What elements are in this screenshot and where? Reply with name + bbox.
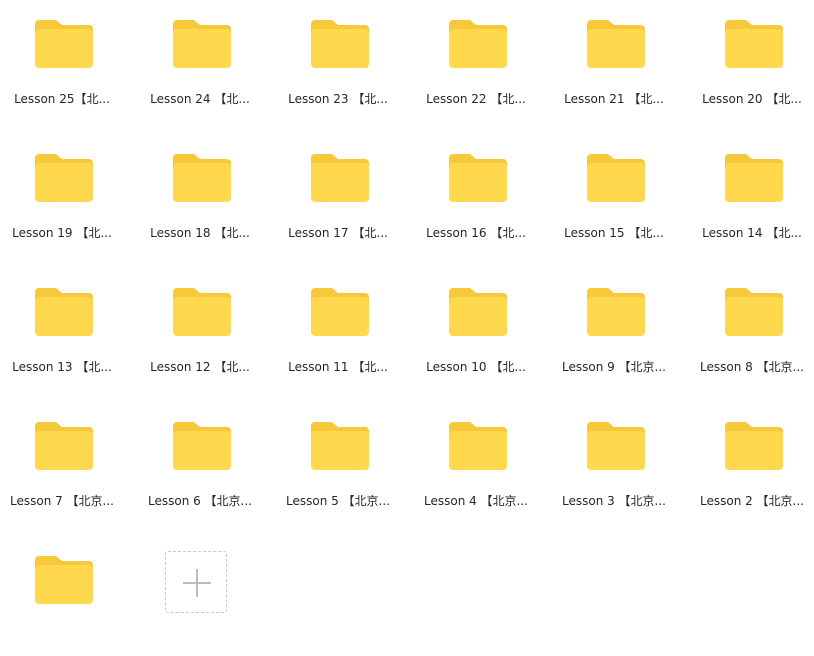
folder-icon: [587, 422, 645, 470]
folder-icon: [587, 288, 645, 336]
folder-label: Lesson 6 【北京...: [147, 494, 253, 508]
folder-item[interactable]: Lesson 21 【北...: [552, 0, 676, 120]
folder-icon: [173, 422, 231, 470]
folder-item[interactable]: Lesson 13 【北...: [0, 268, 124, 388]
folder-icon: [449, 20, 507, 68]
folder-icon: [311, 20, 369, 68]
folder-icon: [725, 288, 783, 336]
folder-label: Lesson 20 【北...: [702, 92, 802, 106]
folder-label: Lesson 12 【北...: [150, 360, 250, 374]
folder-label: Lesson 4 【北京...: [423, 494, 529, 508]
folder-label: Lesson 25【北...: [14, 92, 110, 106]
folder-icon: [587, 20, 645, 68]
folder-icon: [311, 154, 369, 202]
folder-item[interactable]: Lesson 6 【北京...: [138, 402, 262, 522]
folder-item[interactable]: Lesson 15 【北...: [552, 134, 676, 254]
folder-item[interactable]: Lesson 17 【北...: [276, 134, 400, 254]
folder-icon: [35, 288, 93, 336]
folder-label: Lesson 13 【北...: [12, 360, 112, 374]
folder-icon: [725, 20, 783, 68]
folder-label: Lesson 15 【北...: [564, 226, 664, 240]
folder-label: Lesson 16 【北...: [426, 226, 526, 240]
folder-item[interactable]: Lesson 2 【北京...: [690, 402, 814, 522]
folder-icon: [35, 556, 93, 604]
folder-item[interactable]: Lesson 22 【北...: [414, 0, 538, 120]
folder-item[interactable]: Lesson 11 【北...: [276, 268, 400, 388]
folder-label: Lesson 11 【北...: [288, 360, 388, 374]
folder-grid: Lesson 25【北... Lesson 24 【北... Lesson 23…: [0, 0, 814, 621]
folder-label: Lesson 17 【北...: [288, 226, 388, 240]
folder-item[interactable]: Lesson 16 【北...: [414, 134, 538, 254]
folder-item[interactable]: Lesson 10 【北...: [414, 268, 538, 388]
folder-label: Lesson 23 【北...: [288, 92, 388, 106]
folder-label: Lesson 2 【北京...: [699, 494, 805, 508]
folder-icon: [587, 154, 645, 202]
folder-icon: [173, 154, 231, 202]
folder-item[interactable]: Lesson 23 【北...: [276, 0, 400, 120]
folder-item[interactable]: Lesson 4 【北京...: [414, 402, 538, 522]
folder-item[interactable]: Lesson 7 【北京...: [0, 402, 124, 522]
folder-item[interactable]: Lesson 25【北...: [0, 0, 124, 120]
folder-item[interactable]: Lesson 5 【北京...: [276, 402, 400, 522]
folder-item[interactable]: Lesson 18 【北...: [138, 134, 262, 254]
folder-label: Lesson 19 【北...: [12, 226, 112, 240]
folder-label: Lesson 7 【北京...: [9, 494, 115, 508]
folder-label: Lesson 9 【北京...: [561, 360, 667, 374]
folder-label: Lesson 18 【北...: [150, 226, 250, 240]
folder-icon: [173, 288, 231, 336]
folder-icon: [311, 288, 369, 336]
folder-icon: [725, 154, 783, 202]
folder-label: Lesson 24 【北...: [150, 92, 250, 106]
folder-label: Lesson 5 【北京...: [285, 494, 391, 508]
folder-label: Lesson 8 【北京...: [699, 360, 805, 374]
folder-icon: [35, 20, 93, 68]
folder-icon: [311, 422, 369, 470]
folder-icon: [449, 422, 507, 470]
folder-icon: [35, 154, 93, 202]
folder-icon: [35, 422, 93, 470]
folder-item[interactable]: Lesson 9 【北京...: [552, 268, 676, 388]
folder-item[interactable]: Lesson 12 【北...: [138, 268, 262, 388]
folder-icon: [173, 20, 231, 68]
folder-item[interactable]: Lesson 3 【北京...: [552, 402, 676, 522]
folder-icon: [449, 288, 507, 336]
folder-label: Lesson 10 【北...: [426, 360, 526, 374]
folder-label: Lesson 14 【北...: [702, 226, 802, 240]
add-folder-button[interactable]: [165, 551, 227, 613]
plus-icon: [183, 569, 211, 597]
folder-item[interactable]: Lesson 8 【北京...: [690, 268, 814, 388]
folder-item[interactable]: Lesson 24 【北...: [138, 0, 262, 120]
folder-item[interactable]: Lesson 20 【北...: [690, 0, 814, 120]
folder-icon: [725, 422, 783, 470]
folder-label: Lesson 22 【北...: [426, 92, 526, 106]
folder-icon: [449, 154, 507, 202]
folder-label: Lesson 3 【北京...: [561, 494, 667, 508]
folder-item[interactable]: Lesson 14 【北...: [690, 134, 814, 254]
folder-label: Lesson 21 【北...: [564, 92, 664, 106]
folder-item[interactable]: [0, 536, 124, 656]
folder-item[interactable]: Lesson 19 【北...: [0, 134, 124, 254]
